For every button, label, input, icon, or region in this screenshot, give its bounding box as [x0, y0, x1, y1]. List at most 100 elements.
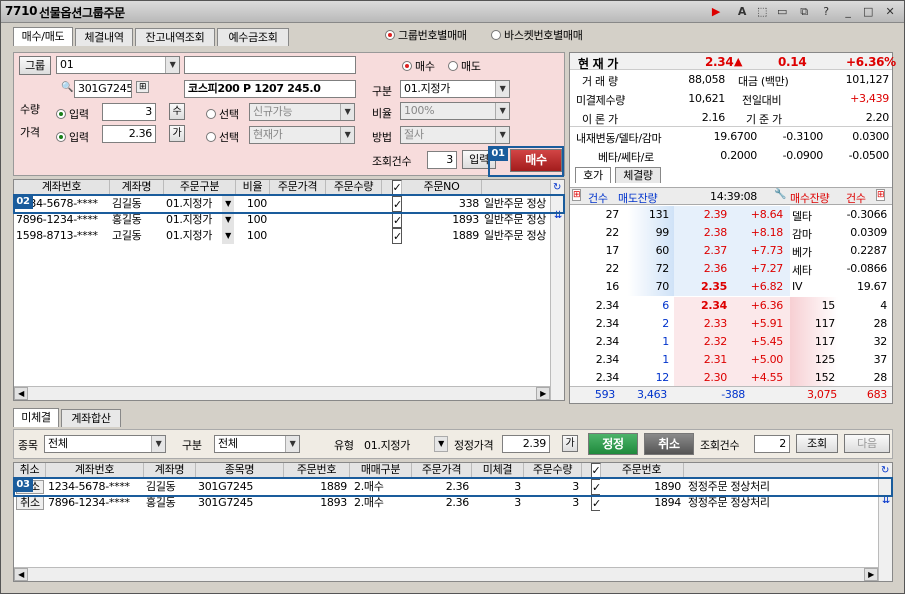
link-icon[interactable]: ⬚: [755, 5, 769, 19]
col-name[interactable]: 계좌명: [110, 180, 164, 195]
price-input-radio[interactable]: 입력: [56, 129, 89, 145]
select2-dropdown[interactable]: 현재가 ▼: [249, 126, 355, 144]
search-icon[interactable]: 🔍: [61, 82, 73, 93]
correct-button[interactable]: 정정: [588, 433, 638, 455]
select2-radio[interactable]: 선택: [206, 129, 239, 145]
side-buy-radio[interactable]: 매수: [402, 58, 435, 74]
wrench-icon[interactable]: 🔧: [774, 189, 786, 200]
ask-price[interactable]: 2.36: [674, 262, 730, 275]
group-select[interactable]: 01 ▼: [56, 56, 180, 74]
ask-price[interactable]: 2.39: [674, 208, 730, 221]
side-select[interactable]: 전체 ▼: [214, 435, 300, 453]
bid-qty[interactable]: 152: [790, 371, 838, 384]
group-name-field[interactable]: [184, 56, 356, 74]
cancel-button[interactable]: 취소: [644, 433, 694, 455]
mode-basket-radio[interactable]: 바스켓번호별매매: [491, 27, 583, 43]
code-field[interactable]: 301G7245: [74, 80, 132, 98]
window-icon[interactable]: ⧉: [797, 5, 811, 19]
ask-qty[interactable]: 72: [628, 262, 672, 275]
help-icon[interactable]: ?: [819, 5, 833, 19]
main-window: 7710 선물옵션그룹주문 ▶ A ⬚ ▭ ⧉ ? _ □ ✕ 매수/매도 체결…: [0, 0, 905, 594]
ask-price[interactable]: 2.38: [674, 226, 730, 239]
col-qty[interactable]: 주문수량: [326, 180, 382, 195]
mode-group-radio[interactable]: 그룹번호별매매: [385, 27, 467, 43]
scroll-left-icon[interactable]: ◀: [14, 387, 28, 400]
scrollbar-horizontal[interactable]: ◀ ▶: [14, 386, 550, 400]
col-check[interactable]: ✓: [382, 180, 402, 195]
table-row[interactable]: 취소 7896-1234-**** 홍길동 301G7245 1893 2.매수 2.36 3…: [14, 495, 892, 511]
qty-button[interactable]: 수: [169, 103, 185, 120]
expand-icon[interactable]: ⊞: [572, 189, 582, 201]
cancel-row-button[interactable]: 취소: [16, 496, 44, 510]
bid-price[interactable]: 2.30: [674, 371, 730, 384]
select1-dropdown[interactable]: 신규가능 ▼: [249, 103, 355, 121]
ask-qty[interactable]: 99: [628, 226, 672, 239]
refresh-icon[interactable]: ↻: [881, 465, 889, 476]
price-field[interactable]: 2.36: [102, 125, 156, 143]
chevron-down-icon: ▼: [285, 436, 299, 452]
refresh-icon[interactable]: ↻: [553, 182, 561, 193]
chevron-down-icon[interactable]: ▼: [222, 228, 234, 244]
type-select[interactable]: 01.지정가 ▼: [400, 80, 510, 98]
chevron-down-icon[interactable]: ▼: [434, 436, 448, 452]
scroll-left-icon[interactable]: ◀: [14, 568, 28, 581]
chevron-down-icon[interactable]: ▼: [222, 212, 234, 228]
col-order-type[interactable]: 주문구분: [164, 180, 236, 195]
ratio-select[interactable]: 100% ▼: [400, 102, 510, 120]
next-button[interactable]: 다음: [844, 434, 890, 453]
col-ratio[interactable]: 비율: [236, 180, 270, 195]
tab-buy-sell[interactable]: 매수/매도: [13, 27, 73, 46]
bid-qty[interactable]: 15: [790, 299, 838, 312]
bid-price[interactable]: 2.34: [674, 299, 730, 312]
method-select[interactable]: 절사 ▼: [400, 126, 510, 144]
ask-price[interactable]: 2.35: [674, 280, 730, 293]
item-select[interactable]: 전체 ▼: [44, 435, 166, 453]
tab-balance[interactable]: 잔고내역조회: [135, 28, 215, 46]
scrollbar-horizontal[interactable]: ◀ ▶: [14, 567, 878, 581]
code-search-icon[interactable]: ⊞: [136, 81, 150, 93]
tab-fills[interactable]: 체결내역: [75, 28, 133, 46]
price-button[interactable]: 가: [169, 125, 185, 142]
bid-qty[interactable]: 117: [790, 335, 838, 348]
ask-price[interactable]: 2.37: [674, 244, 730, 257]
tab-hoga[interactable]: 호가: [575, 167, 611, 183]
minimize-icon[interactable]: _: [841, 5, 855, 19]
bid-price[interactable]: 2.31: [674, 353, 730, 366]
col-order-no[interactable]: 주문NO: [402, 180, 482, 195]
ask-qty[interactable]: 60: [628, 244, 672, 257]
col-account[interactable]: 계좌번호: [14, 180, 110, 195]
side-sell-radio[interactable]: 매도: [448, 58, 481, 74]
print-icon[interactable]: ▭: [775, 5, 789, 19]
row-checkbox[interactable]: ✓: [591, 495, 600, 511]
tab-unfilled[interactable]: 미체결: [13, 408, 59, 427]
bid-qty[interactable]: 117: [790, 317, 838, 330]
close-icon[interactable]: ✕: [883, 5, 897, 19]
expand-icon[interactable]: ⊞: [876, 189, 886, 201]
tab-volume[interactable]: 체결량: [615, 167, 661, 183]
inquire-pending-button[interactable]: 조회: [796, 434, 838, 453]
pending-count-field[interactable]: 2: [754, 435, 790, 453]
qty-field[interactable]: 3: [102, 103, 156, 121]
tab-deposit[interactable]: 예수금조회: [217, 28, 289, 46]
tab-account-sum[interactable]: 계좌합산: [61, 409, 121, 427]
font-size-icon[interactable]: A: [735, 5, 749, 19]
ask-qty[interactable]: 70: [628, 280, 672, 293]
scroll-right-icon[interactable]: ▶: [864, 568, 878, 581]
group-button[interactable]: 그룹: [19, 56, 51, 75]
row-checkbox-cell[interactable]: ✓: [582, 495, 600, 511]
bid-price[interactable]: 2.32: [674, 335, 730, 348]
qty-input-radio[interactable]: 입력: [56, 106, 89, 122]
maximize-icon[interactable]: □: [861, 5, 875, 19]
select1-radio[interactable]: 선택: [206, 106, 239, 122]
col-price[interactable]: 주문가격: [270, 180, 326, 195]
price-fetch-button[interactable]: 가: [562, 435, 578, 452]
bid-price[interactable]: 2.33: [674, 317, 730, 330]
scroll-right-icon[interactable]: ▶: [536, 387, 550, 400]
play-icon[interactable]: ▶: [709, 5, 723, 19]
table-row[interactable]: 7896-1234-**** 홍길동 01.지정가 ▼ 100 ✓ 1893 일…: [14, 212, 564, 228]
correct-price-field[interactable]: 2.39: [502, 435, 550, 453]
bid-qty[interactable]: 125: [790, 353, 838, 366]
table-row[interactable]: 1598-8713-**** 고길동 01.지정가 ▼ 100 ✓ 1889 일…: [14, 228, 564, 244]
count-field[interactable]: 3: [427, 151, 457, 169]
ask-qty[interactable]: 131: [628, 208, 672, 221]
